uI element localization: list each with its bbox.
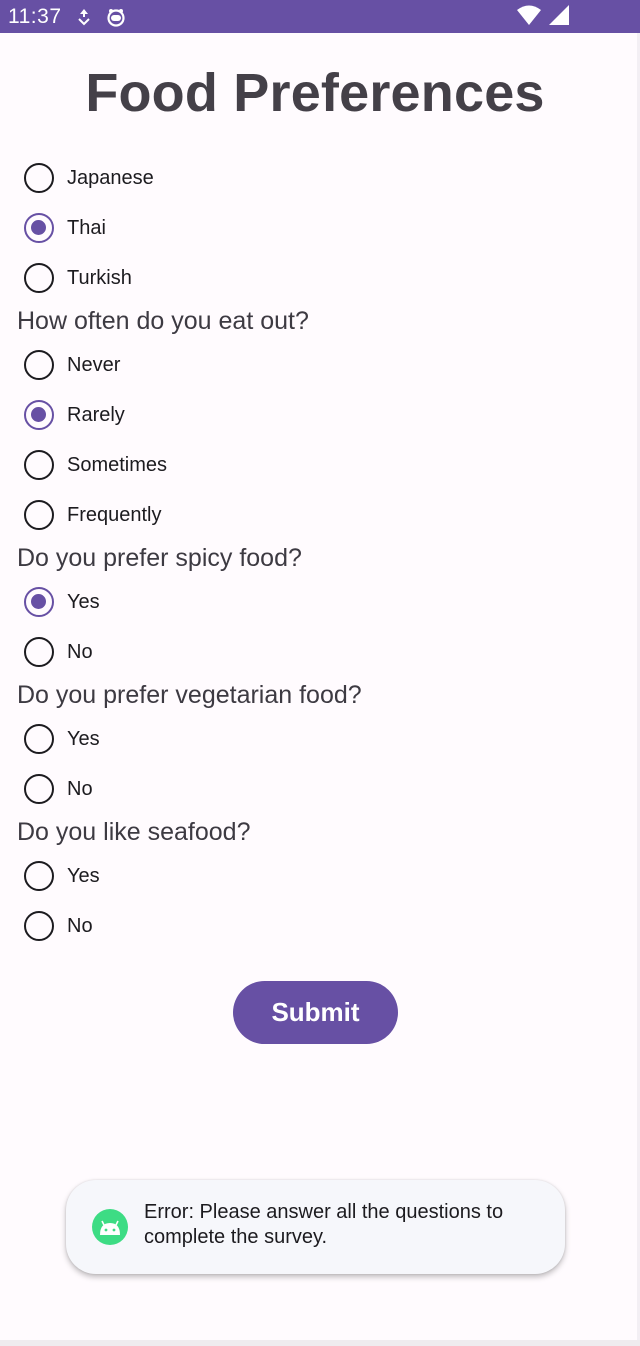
radio-circle[interactable] [24,500,54,530]
radio-label: No [67,640,93,663]
android-icon [92,1209,128,1245]
radio-label: Japanese [67,166,154,189]
radio-label: No [67,914,93,937]
wifi-icon [516,4,542,31]
submit-button[interactable]: Submit [233,981,398,1044]
radio-label: No [67,777,93,800]
toast-message: Error: Please answer all the questions t… [144,1201,504,1248]
status-bar: 11:37 [0,0,640,33]
radio-vegetarian-no[interactable]: No [24,771,93,807]
navigation-bar [0,1340,640,1346]
radio-never[interactable]: Never [24,347,120,383]
radio-circle[interactable] [24,213,54,243]
radio-seafood-no[interactable]: No [24,908,93,944]
data-saver-icon [76,8,92,26]
radio-circle[interactable] [24,163,54,193]
radio-circle[interactable] [24,263,54,293]
radio-label: Yes [67,727,100,750]
radio-circle[interactable] [24,724,54,754]
question-seafood: Do you like seafood? [17,818,251,846]
radio-label: Yes [67,590,100,613]
radio-label: Turkish [67,266,132,289]
app-status-icon [106,7,126,27]
error-toast: Error: Please answer all the questions t… [66,1180,565,1274]
page-title: Food Preferences [85,63,545,123]
radio-thai[interactable]: Thai [24,210,106,246]
radio-turkish[interactable]: Turkish [24,260,132,296]
radio-label: Rarely [67,403,125,426]
radio-rarely[interactable]: Rarely [24,397,125,433]
question-eat-out: How often do you eat out? [17,307,309,335]
radio-sometimes[interactable]: Sometimes [24,447,167,483]
radio-vegetarian-yes[interactable]: Yes [24,721,100,757]
radio-circle[interactable] [24,774,54,804]
radio-circle[interactable] [24,350,54,380]
cellular-signal-icon [548,4,570,31]
radio-circle[interactable] [24,450,54,480]
radio-spicy-no[interactable]: No [24,634,93,670]
radio-circle[interactable] [24,400,54,430]
radio-circle[interactable] [24,911,54,941]
radio-label: Sometimes [67,453,168,476]
radio-label: Frequently [67,503,162,526]
question-vegetarian: Do you prefer vegetarian food? [17,681,362,709]
radio-label: Yes [67,864,100,887]
radio-frequently[interactable]: Frequently [24,497,162,533]
radio-circle[interactable] [24,861,54,891]
status-time: 11:37 [8,4,62,28]
radio-circle[interactable] [24,637,54,667]
radio-japanese[interactable]: Japanese [24,160,154,196]
question-spicy: Do you prefer spicy food? [17,544,302,572]
radio-spicy-yes[interactable]: Yes [24,584,100,620]
radio-circle[interactable] [24,587,54,617]
radio-label: Never [67,353,121,376]
radio-seafood-yes[interactable]: Yes [24,858,100,894]
radio-label: Thai [67,216,106,239]
